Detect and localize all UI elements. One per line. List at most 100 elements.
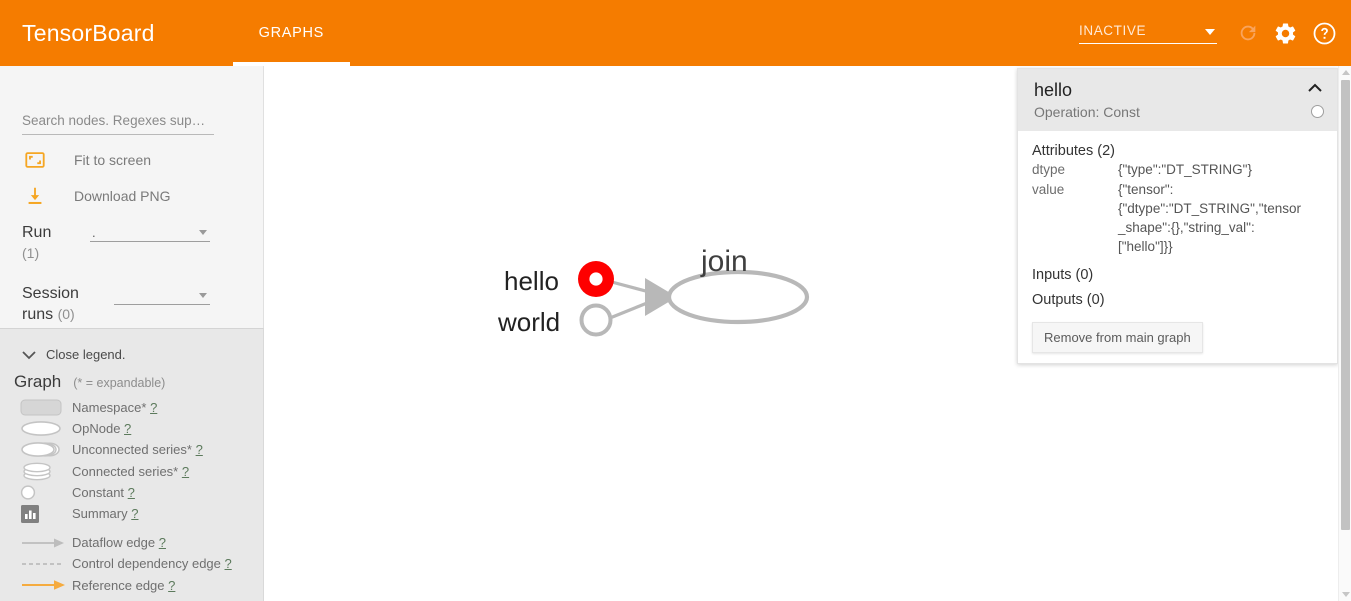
gear-icon[interactable] [1273, 21, 1298, 46]
opnode-ellipse [666, 269, 810, 325]
graph-node-join: join [666, 245, 810, 325]
attribute-key: value [1032, 182, 1065, 197]
legend-title: Graph [14, 372, 62, 391]
circle-toggle-icon[interactable] [1311, 105, 1324, 118]
session-runs-row: Session runs (0) [22, 284, 263, 325]
legend-item-summary: Summary ? [14, 503, 263, 524]
run-label-text: Run [22, 224, 52, 241]
page-scrollbar[interactable] [1338, 66, 1351, 601]
download-png-label: Download PNG [74, 188, 171, 204]
legend-label-namespace: Namespace* ? [72, 400, 157, 415]
tab-graphs-label: GRAPHS [258, 25, 325, 41]
scroll-down-arrow-icon[interactable] [1342, 592, 1350, 597]
help-link-icon[interactable]: ? [131, 506, 138, 521]
legend-label-control-dependency-edge: Control dependency edge ? [72, 556, 232, 571]
scroll-up-arrow-icon[interactable] [1342, 70, 1350, 75]
help-link-icon[interactable]: ? [225, 556, 232, 571]
graph-label-world: world [497, 307, 560, 337]
inputs-header: Inputs (0) [1032, 267, 1094, 283]
status-label: INACTIVE [1079, 22, 1147, 38]
tab-bar: GRAPHS [232, 0, 351, 66]
outputs-header: Outputs (0) [1032, 292, 1105, 308]
session-runs-label-line2: runs [22, 306, 54, 323]
constant-circle-hello-inner [589, 272, 603, 286]
session-runs-dropdown[interactable] [114, 286, 210, 305]
run-dropdown[interactable]: . [90, 223, 210, 242]
legend-text-unconnected-series: Unconnected series* [72, 442, 192, 458]
attribute-row: dtype {"type":"DT_STRING"} [1032, 160, 1323, 179]
legend-node-list: Namespace* ? OpNode ? Unconnected series… [0, 397, 263, 524]
graph-label-join: join [700, 245, 748, 278]
scrollbar-thumb[interactable] [1341, 80, 1350, 530]
help-link-icon[interactable]: ? [128, 485, 135, 500]
graph-edges [604, 278, 677, 322]
close-legend-label: Close legend. [46, 347, 126, 362]
attribute-value: {"type":"DT_STRING"} [1118, 162, 1252, 177]
download-png-button[interactable]: Download PNG [24, 185, 263, 207]
attribute-key: dtype [1032, 162, 1066, 177]
run-label: Run (1) [22, 223, 86, 264]
attributes-header: Attributes (2) [1032, 143, 1115, 159]
help-link-icon[interactable]: ? [159, 535, 166, 550]
session-runs-count: (0) [57, 306, 75, 322]
search-input[interactable] [22, 113, 214, 135]
control-dependency-edge-icon [14, 557, 72, 571]
app-header: TensorBoard GRAPHS INACTIVE [0, 0, 1351, 66]
tensorboard-app: TensorBoard GRAPHS INACTIVE Search nodes… [0, 0, 1351, 601]
legend-label-constant: Constant ? [72, 485, 135, 500]
unconnected-series-icon [14, 441, 72, 458]
namespace-icon [14, 399, 72, 416]
search-container [22, 112, 241, 135]
legend-text-namespace: Namespace* [72, 400, 147, 416]
node-info-title: hello [1034, 80, 1073, 100]
legend-item-unconnected-series: Unconnected series* ? [14, 439, 263, 460]
help-link-icon[interactable]: ? [196, 442, 203, 457]
legend-heading: Graph (* = expandable) [14, 372, 263, 392]
reference-edge-icon [14, 578, 72, 592]
legend-item-opnode: OpNode ? [14, 418, 263, 439]
fit-to-screen-icon [24, 149, 52, 171]
legend-text-dataflow-edge: Dataflow edge [72, 535, 156, 551]
legend-item-reference-edge: Reference edge ? [14, 575, 263, 596]
remove-from-main-graph-button[interactable]: Remove from main graph [1032, 322, 1203, 353]
legend-panel: Close legend. Graph (* = expandable) Nam… [0, 328, 264, 601]
legend-item-control-dependency-edge: Control dependency edge ? [14, 553, 263, 574]
node-info-panel: hello Operation: Const Attributes (2) dt… [1017, 68, 1338, 364]
chevron-up-icon[interactable] [1307, 83, 1323, 93]
legend-text-connected-series: Connected series* [72, 463, 179, 479]
opnode-icon [14, 420, 72, 437]
close-legend-button[interactable]: Close legend. [22, 347, 263, 362]
attribute-row: value {"tensor": {"dtype":"DT_STRING","t… [1032, 180, 1323, 256]
run-count: (1) [22, 245, 40, 261]
legend-text-control-dependency-edge: Control dependency edge [72, 556, 221, 572]
help-icon[interactable] [1312, 21, 1337, 46]
legend-item-dataflow-edge: Dataflow edge ? [14, 532, 263, 553]
chevron-down-icon [199, 230, 207, 235]
legend-text-reference-edge: Reference edge [72, 577, 165, 593]
legend-label-dataflow-edge: Dataflow edge ? [72, 535, 166, 550]
refresh-icon[interactable] [1237, 22, 1259, 44]
legend-text-summary: Summary [72, 506, 128, 522]
legend-edge-list: Dataflow edge ? Control dependency edge … [0, 532, 263, 596]
help-link-icon[interactable]: ? [150, 400, 157, 415]
session-runs-label: Session runs (0) [22, 284, 86, 325]
constant-circle-world [579, 303, 613, 337]
chevron-down-icon [199, 293, 207, 298]
summary-icon [14, 504, 72, 524]
help-link-icon[interactable]: ? [168, 578, 175, 593]
status-dropdown[interactable]: INACTIVE [1079, 23, 1217, 44]
tab-graphs[interactable]: GRAPHS [232, 0, 351, 66]
help-link-icon[interactable]: ? [182, 464, 189, 479]
fit-to-screen-button[interactable]: Fit to screen [24, 149, 263, 171]
download-icon [24, 185, 52, 207]
fit-to-screen-label: Fit to screen [74, 152, 152, 168]
attribute-value: {"tensor": {"dtype":"DT_STRING","tensor … [1118, 182, 1302, 254]
node-info-header: hello Operation: Const [1018, 69, 1337, 131]
header-actions: INACTIVE [1079, 0, 1337, 66]
session-runs-label-line1: Session [22, 285, 79, 302]
legend-subtitle: (* = expandable) [73, 376, 166, 390]
legend-text-opnode: OpNode [72, 421, 121, 437]
dataflow-edge-icon [14, 536, 72, 550]
legend-item-constant: Constant ? [14, 482, 263, 503]
help-link-icon[interactable]: ? [124, 421, 131, 436]
